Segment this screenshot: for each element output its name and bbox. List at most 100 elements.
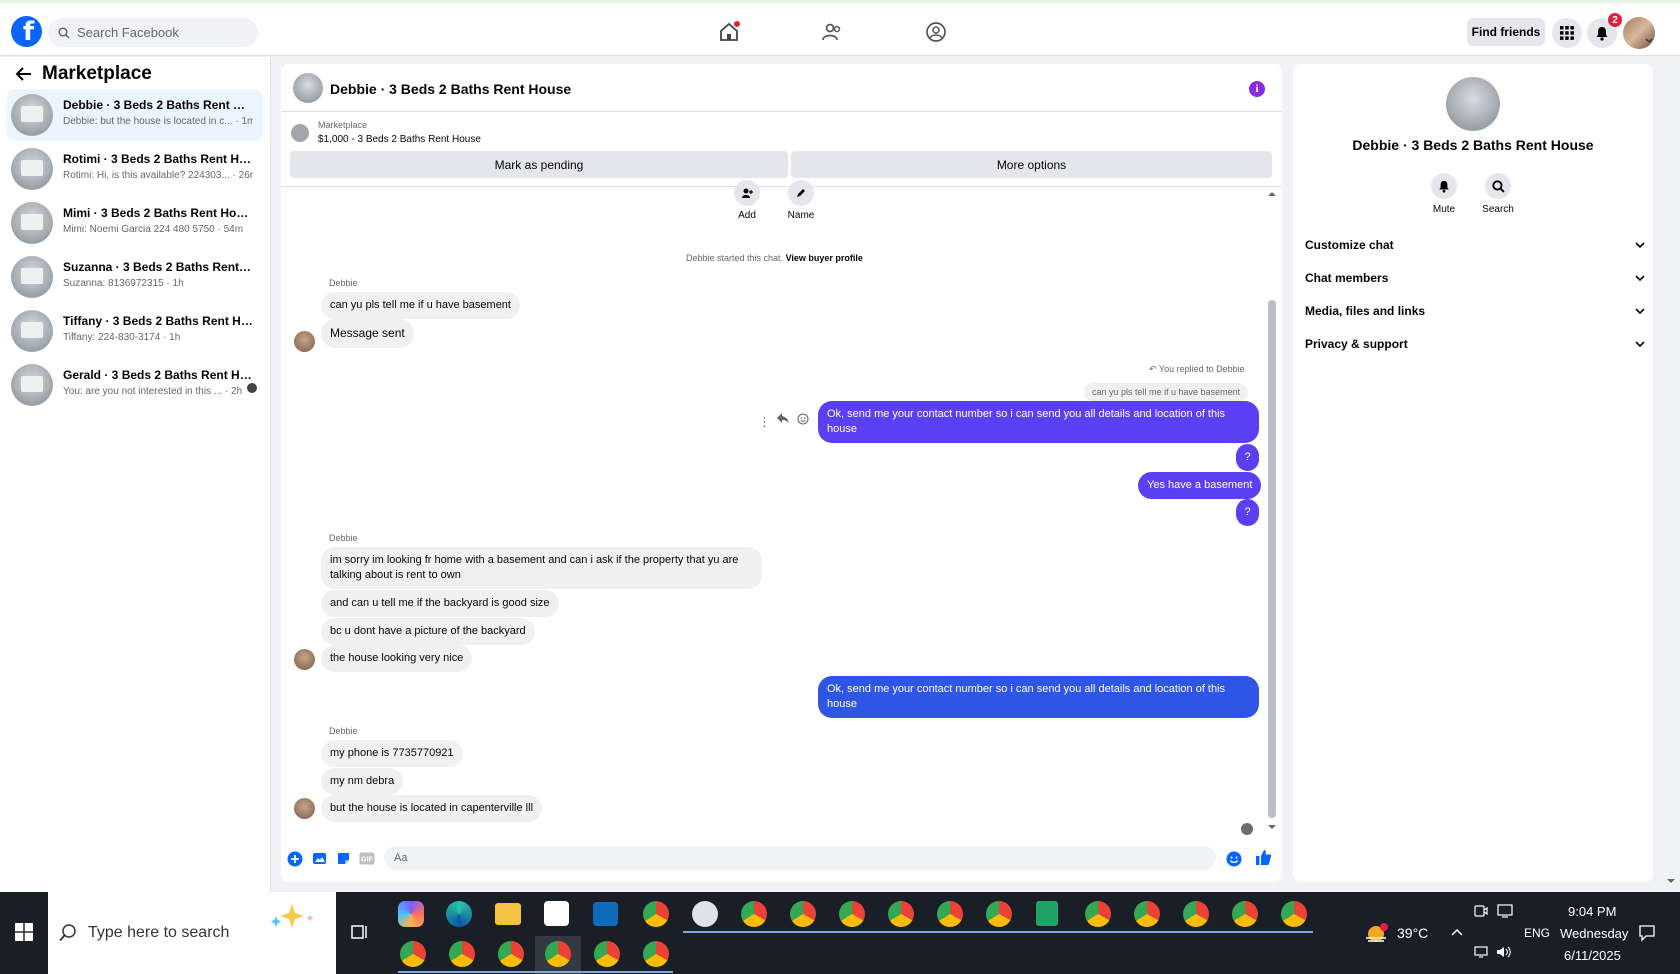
chrome-profile-icon[interactable] [643, 941, 669, 967]
incoming-message[interactable]: im sorry im looking fr home with a basem… [321, 547, 762, 589]
emoji-icon[interactable] [1226, 851, 1242, 867]
meet-now-icon[interactable] [1474, 904, 1488, 918]
chrome-profile-icon[interactable] [1281, 901, 1307, 927]
chat-avatar-large[interactable] [1446, 77, 1500, 131]
outgoing-message[interactable]: Ok, send me your contact number so i can… [818, 401, 1259, 443]
incoming-message[interactable]: bc u dont have a picture of the backyard [321, 618, 535, 645]
chrome-profile-icon[interactable] [449, 941, 475, 967]
privacy-support-row[interactable]: Privacy & support [1305, 332, 1645, 356]
more-options-button[interactable]: More options [791, 151, 1272, 178]
chat-avatar[interactable] [293, 73, 323, 103]
sticker-icon[interactable] [336, 851, 351, 866]
scroll-up-arrow[interactable] [1267, 191, 1277, 197]
clock-date[interactable]: 6/11/2025 [1564, 948, 1621, 963]
chrome-profile-icon[interactable] [1134, 901, 1160, 927]
chat-title[interactable]: Debbie · 3 Beds 2 Baths Rent House [330, 81, 571, 97]
listing-thumbnail[interactable] [291, 124, 309, 142]
chat-members-row[interactable]: Chat members [1305, 266, 1645, 290]
thumbs-up-icon[interactable] [1255, 849, 1272, 866]
profile-avatar[interactable] [1623, 17, 1655, 49]
friends-icon[interactable] [821, 21, 843, 43]
chrome-profile-icon[interactable] [1085, 901, 1111, 927]
search-facebook-input[interactable]: Search Facebook [48, 18, 258, 47]
chrome-profile-icon[interactable] [888, 901, 914, 927]
page-scroll-down-arrow[interactable] [1666, 878, 1676, 884]
task-view-icon[interactable] [351, 923, 369, 941]
chrome-profile-icon[interactable] [498, 941, 524, 967]
temperature-text[interactable]: 39°C [1397, 925, 1428, 941]
quoted-message[interactable]: can yu pls tell me if u have basement [1084, 383, 1249, 401]
message-input[interactable]: Aa [384, 846, 1216, 870]
photo-icon[interactable] [312, 851, 327, 866]
network-icon[interactable] [1474, 945, 1490, 959]
facebook-logo-icon[interactable]: f [11, 16, 42, 47]
mute-button[interactable]: Mute [1419, 173, 1469, 215]
chrome-profile-icon[interactable] [741, 901, 767, 927]
scroll-down-arrow[interactable] [1267, 824, 1277, 830]
name-chat-button[interactable]: Name [781, 180, 821, 221]
chat-scrollbar[interactable] [1268, 300, 1276, 818]
edge-app-icon[interactable] [446, 901, 472, 927]
conversation-item[interactable]: Rotimi · 3 Beds 2 Baths Rent House Rotim… [7, 143, 263, 195]
listing-price[interactable]: $1,000 - 3 Beds 2 Baths Rent House [318, 134, 481, 145]
reply-icon[interactable] [776, 412, 790, 424]
conversation-item[interactable]: Mimi · 3 Beds 2 Baths Rent House Mimi: N… [7, 197, 263, 249]
conversation-item[interactable]: Suzanna · 3 Beds 2 Baths Rent Ho... Suza… [7, 251, 263, 303]
language-indicator[interactable]: ENG [1524, 926, 1550, 940]
incoming-message[interactable]: and can u tell me if the backyard is goo… [321, 590, 559, 617]
chevron-down-icon[interactable] [1645, 38, 1653, 44]
sender-avatar[interactable] [294, 649, 315, 670]
home-icon[interactable] [718, 21, 740, 43]
groups-icon[interactable] [925, 21, 947, 43]
customize-chat-row[interactable]: Customize chat [1305, 233, 1645, 257]
sender-avatar[interactable] [294, 331, 315, 352]
incoming-message[interactable]: my phone is 7735770921 [321, 740, 463, 767]
menu-grid-icon[interactable] [1552, 18, 1582, 48]
react-emoji-icon[interactable] [797, 413, 809, 425]
conversation-item[interactable]: Gerald · 3 Beds 2 Baths Rent Ho... You: … [7, 359, 263, 411]
find-friends-button[interactable]: Find friends [1467, 18, 1545, 46]
sender-avatar[interactable] [294, 798, 315, 819]
display-icon[interactable] [1497, 904, 1513, 918]
outgoing-message[interactable]: ? [1236, 499, 1259, 526]
chrome-profile-icon[interactable] [1183, 901, 1209, 927]
chrome-active-icon[interactable] [545, 941, 571, 967]
file-explorer-icon[interactable] [495, 903, 521, 925]
weather-icon[interactable] [1364, 923, 1390, 943]
chrome-profile-icon[interactable] [937, 901, 963, 927]
clock-day[interactable]: Wednesday [1560, 926, 1628, 941]
chrome-profile-icon[interactable] [839, 901, 865, 927]
more-actions-icon[interactable]: ⋮ [758, 414, 771, 430]
view-buyer-profile-link[interactable]: View buyer profile [786, 253, 863, 263]
chrome-profile-icon[interactable] [1232, 901, 1258, 927]
incoming-message[interactable]: my nm debra [321, 768, 404, 795]
store-app-icon[interactable] [544, 901, 569, 926]
outgoing-message[interactable]: Ok, send me your contact number so i can… [818, 676, 1259, 718]
spreadsheet-app-icon[interactable] [1036, 901, 1058, 926]
mark-as-pending-button[interactable]: Mark as pending [290, 151, 788, 178]
media-files-links-row[interactable]: Media, files and links [1305, 299, 1645, 323]
incoming-message[interactable]: can yu pls tell me if u have basement [321, 292, 520, 319]
plus-circle-icon[interactable] [287, 851, 303, 867]
add-member-button[interactable]: Add [727, 180, 767, 221]
gif-icon[interactable]: GIF [359, 852, 375, 865]
incoming-message[interactable]: Message sent [321, 319, 414, 348]
incoming-message[interactable]: but the house is located in capentervill… [321, 795, 543, 822]
chevron-up-icon[interactable] [1451, 928, 1463, 936]
chrome-profile-icon[interactable] [400, 941, 426, 967]
search-chat-button[interactable]: Search [1473, 173, 1523, 215]
conversation-item[interactable]: Debbie · 3 Beds 2 Baths Rent House Debbi… [7, 89, 263, 141]
incoming-message[interactable]: the house looking very nice [321, 645, 473, 672]
chrome-profile-icon[interactable] [986, 901, 1012, 927]
volume-icon[interactable] [1496, 945, 1512, 959]
notification-center-icon[interactable] [1638, 924, 1656, 942]
chrome-app-icon[interactable] [643, 901, 669, 927]
outlook-app-icon[interactable] [593, 902, 618, 926]
info-icon[interactable]: i [1249, 81, 1265, 97]
clock-time[interactable]: 9:04 PM [1568, 904, 1616, 919]
conversation-item[interactable]: Tiffany · 3 Beds 2 Baths Rent House Tiff… [7, 305, 263, 357]
back-arrow-icon[interactable] [15, 65, 33, 83]
chrome-profile-icon[interactable] [790, 901, 816, 927]
paint-app-icon[interactable] [692, 901, 718, 927]
chrome-profile-icon[interactable] [594, 941, 620, 967]
